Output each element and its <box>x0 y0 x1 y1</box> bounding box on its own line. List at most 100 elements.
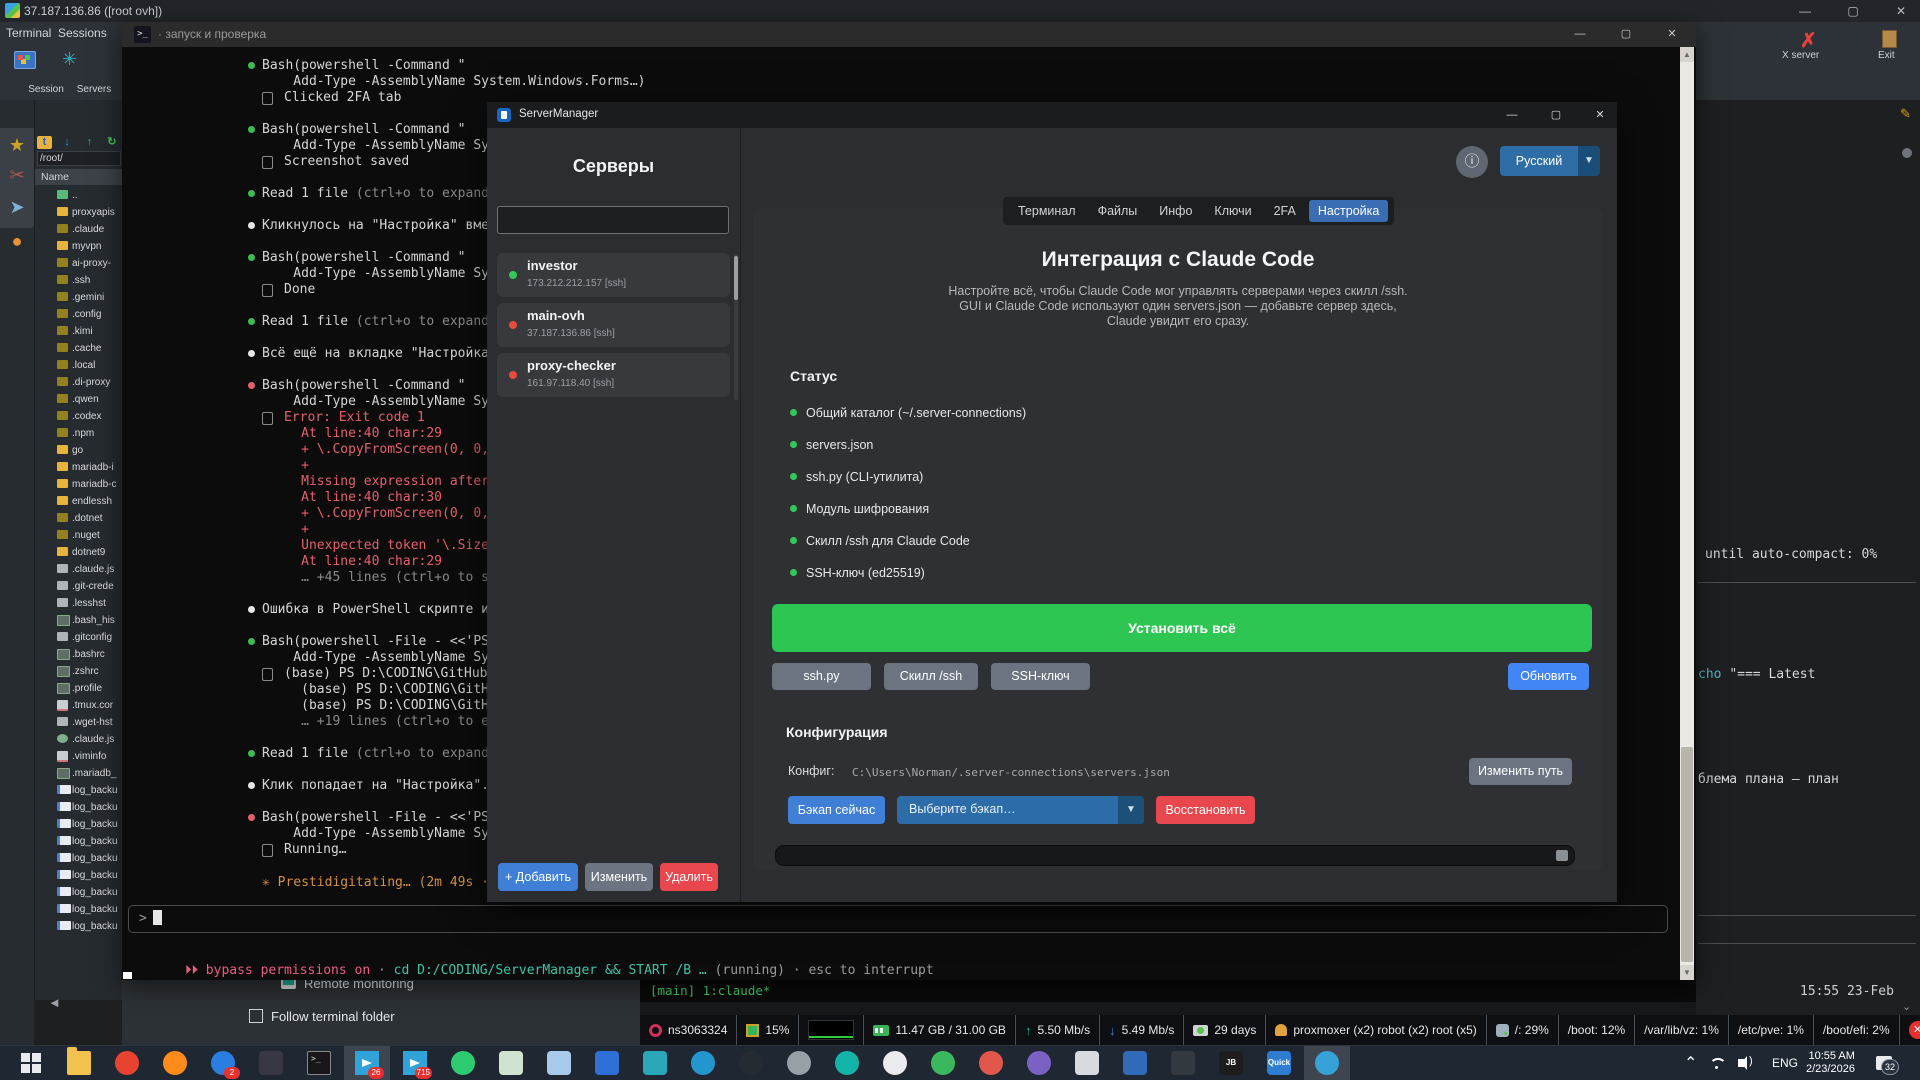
component-button-1[interactable]: ssh.py <box>772 663 871 690</box>
file-item[interactable]: .claude.js <box>35 732 123 748</box>
file-item[interactable]: .npm <box>35 426 123 442</box>
file-item[interactable]: dotnet9 <box>35 545 123 561</box>
folder-up-icon[interactable]: t <box>37 136 52 149</box>
app-teal-round[interactable] <box>824 1046 870 1080</box>
file-item[interactable]: log_backu <box>35 868 123 884</box>
chrome-browser[interactable] <box>872 1046 918 1080</box>
app-dark-square[interactable] <box>1160 1046 1206 1080</box>
language-dropdown[interactable]: Русский ▼ <box>1500 146 1600 176</box>
file-item[interactable]: log_backu <box>35 800 123 816</box>
app-purple-round[interactable] <box>1016 1046 1062 1080</box>
file-item[interactable]: .config <box>35 307 123 323</box>
change-path-button[interactable]: Изменить путь <box>1469 758 1572 785</box>
firefox-browser[interactable] <box>152 1046 198 1080</box>
close-icon[interactable]: ✕ <box>1658 26 1686 43</box>
start-button[interactable] <box>8 1046 54 1080</box>
file-item[interactable]: .cache <box>35 341 123 357</box>
file-item[interactable]: endlessh <box>35 494 123 510</box>
file-item[interactable]: mariadb-i <box>35 460 123 476</box>
notifications-icon[interactable]: 32 <box>1876 1046 1892 1080</box>
calculator[interactable] <box>536 1046 582 1080</box>
close-icon[interactable]: ✕ <box>1587 106 1613 124</box>
app-active-teal[interactable] <box>1304 1046 1350 1080</box>
quick-app[interactable]: Quick <box>1256 1046 1302 1080</box>
obs-studio[interactable] <box>728 1046 774 1080</box>
favorites-star-icon[interactable]: ★ <box>6 134 28 156</box>
scrollbar-thumb[interactable] <box>1556 850 1568 861</box>
file-item[interactable]: .gemini <box>35 290 123 306</box>
file-item[interactable]: .wget-hst <box>35 715 123 731</box>
file-item[interactable]: proxyapis <box>35 205 123 221</box>
refresh-button[interactable]: Обновить <box>1508 663 1589 690</box>
session-button[interactable]: Session <box>2 47 46 97</box>
sftp-path-input[interactable] <box>37 151 121 166</box>
sync-app[interactable] <box>440 1046 486 1080</box>
tools-knife-icon[interactable]: ✂ <box>6 164 28 186</box>
server-list-scrollbar[interactable] <box>734 254 738 400</box>
download-icon[interactable]: ↓ <box>59 136 74 149</box>
file-item[interactable]: mariadb-c <box>35 477 123 493</box>
file-item[interactable]: log_backu <box>35 919 123 935</box>
chevron-down-icon[interactable]: ⌄ <box>1902 1000 1911 1013</box>
pencil-icon[interactable]: ✎ <box>1900 106 1911 122</box>
file-item[interactable]: ai-proxy- <box>35 256 123 272</box>
file-item[interactable]: .viminfo <box>35 749 123 765</box>
follow-terminal-folder-checkbox[interactable]: Follow terminal folder <box>249 1009 395 1024</box>
file-item[interactable]: .di-proxy <box>35 375 123 391</box>
tab-настройка[interactable]: Настройка <box>1309 200 1389 222</box>
file-item[interactable]: log_backu <box>35 834 123 850</box>
app-dark[interactable] <box>248 1046 294 1080</box>
app-gray-round[interactable] <box>776 1046 822 1080</box>
add-server-button[interactable]: + Добавить <box>498 863 578 891</box>
file-item[interactable]: .profile <box>35 681 123 697</box>
tray-expand-icon[interactable]: ⌃ <box>1684 1046 1697 1080</box>
file-item[interactable]: .mariadb_ <box>35 766 123 782</box>
file-item[interactable]: log_backu <box>35 902 123 918</box>
file-item[interactable]: log_backu <box>35 817 123 833</box>
app-v[interactable] <box>632 1046 678 1080</box>
file-item[interactable]: .qwen <box>35 392 123 408</box>
info-button[interactable]: ⓘ <box>1456 146 1488 178</box>
servers-button[interactable]: ✳ Servers <box>50 47 94 97</box>
app-blue-square[interactable] <box>1112 1046 1158 1080</box>
closered-icon[interactable]: ✕ <box>1909 1021 1920 1039</box>
delete-server-button[interactable]: Удалить <box>660 863 718 891</box>
brave-browser[interactable] <box>104 1046 150 1080</box>
scroll-up-icon[interactable]: ▲ <box>1680 47 1694 62</box>
file-item[interactable]: log_backu <box>35 783 123 799</box>
tab-терминал[interactable]: Терминал <box>1009 200 1085 222</box>
tab-файлы[interactable]: Файлы <box>1089 200 1147 222</box>
file-item[interactable]: .bashrc <box>35 647 123 663</box>
restore-button[interactable]: Восстановить <box>1156 796 1255 824</box>
tray-clock[interactable]: 10:55 AM 2/23/2026 <box>1806 1046 1855 1080</box>
maximize-icon[interactable]: ▢ <box>1543 106 1569 124</box>
server-card[interactable]: proxy-checker161.97.118.40 [ssh] <box>497 353 730 397</box>
menu-sessions[interactable]: Sessions <box>58 26 107 40</box>
speaker-icon[interactable] <box>1738 1046 1744 1080</box>
file-item[interactable]: .gitconfig <box>35 630 123 646</box>
file-item[interactable]: .git-crede <box>35 579 123 595</box>
horizontal-scrollbar[interactable] <box>775 845 1575 866</box>
file-item[interactable]: .nuget <box>35 528 123 544</box>
file-item[interactable]: .lesshst <box>35 596 123 612</box>
file-item[interactable]: .claude.js <box>35 562 123 578</box>
close-icon[interactable]: ✕ <box>1886 2 1916 20</box>
server-card[interactable]: main-ovh37.187.136.86 [ssh] <box>497 303 730 347</box>
terminal-cmd[interactable] <box>296 1046 342 1080</box>
menu-terminal[interactable]: Terminal <box>6 26 51 40</box>
tab-инфо[interactable]: Инфо <box>1150 200 1201 222</box>
wifi-icon[interactable] <box>1708 1046 1724 1080</box>
file-item[interactable]: log_backu <box>35 851 123 867</box>
paper-plane-icon[interactable]: ➤ <box>6 196 28 218</box>
app-light-square[interactable] <box>1064 1046 1110 1080</box>
keyboard-language[interactable]: ENG <box>1772 1046 1798 1080</box>
scrollbar-thumb[interactable] <box>1681 747 1693 962</box>
edit-server-button[interactable]: Изменить <box>585 863 653 891</box>
server-search-input[interactable] <box>497 206 729 234</box>
file-item[interactable]: .local <box>35 358 123 374</box>
file-item[interactable]: .. <box>35 188 123 204</box>
file-item[interactable]: log_backu <box>35 885 123 901</box>
upload-icon[interactable]: ↑ <box>82 136 97 149</box>
file-item[interactable]: .claude <box>35 222 123 238</box>
app-orange-round[interactable] <box>968 1046 1014 1080</box>
